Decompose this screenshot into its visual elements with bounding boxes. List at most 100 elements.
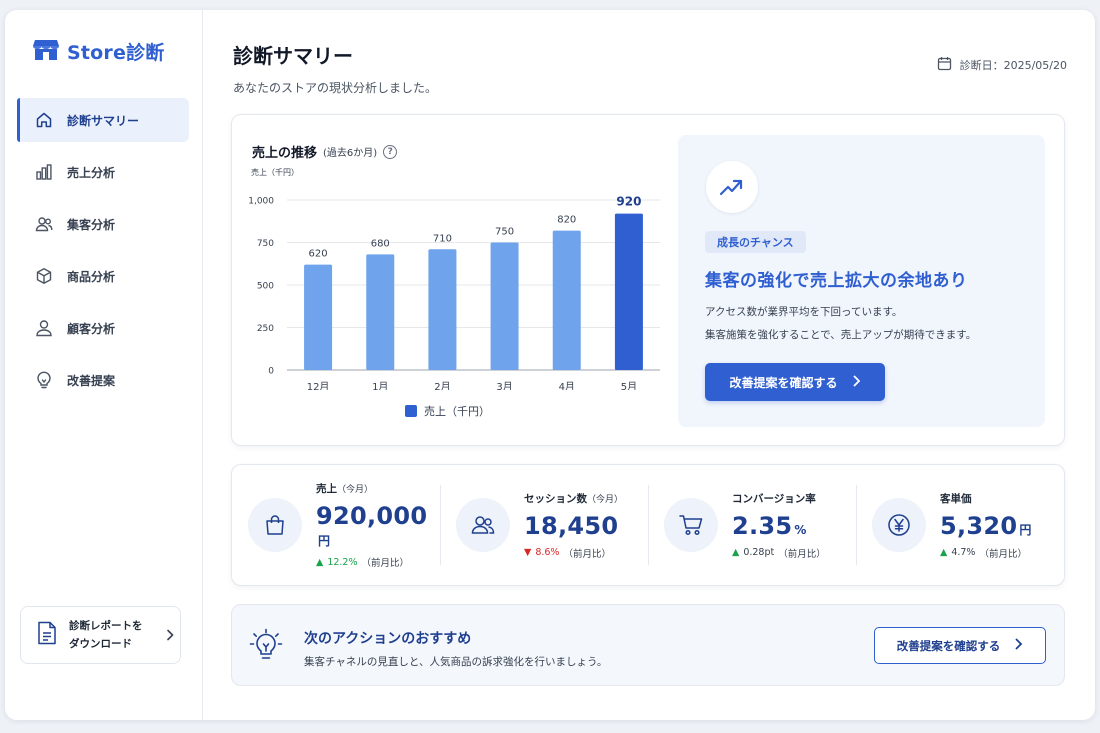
kpi-unit: 円 [1019,522,1032,537]
chevron-right-icon [165,626,175,645]
calendar-icon [937,56,952,74]
bar-data-label: 920 [616,195,641,209]
kpi-value: 18,450 [524,511,619,540]
download-report-button[interactable]: 診断レポートを ダウンロード [20,606,181,664]
trend-up-icon [706,161,758,213]
kpi-label-text: セッション数 [524,492,587,505]
user-icon [35,319,53,337]
users-icon [35,215,53,233]
action-title: 次のアクションのおすすめ [304,631,472,647]
insight-text-2: 集客施策を強化することで、売上アップが期待できます。 [705,329,977,341]
bar-data-label: 750 [495,227,514,238]
chart-title-text: 売上の推移 [252,146,318,161]
growth-badge: 成長のチャンス [705,231,806,253]
sales-trend-card: 売上の推移 (過去6か月) ? 売上（千円） 1,000 750 500 250 0 620… [231,114,1065,446]
kpi-body: 売上（今月） 920,000 円 ▲ 12.2% （前月比） [316,481,440,569]
insight-text-1: アクセス数が業界平均を下回っています。 [705,306,903,318]
kpi-sales: 売上（今月） 920,000 円 ▲ 12.2% （前月比） [232,465,440,585]
insight-headline: 集客の強化で売上拡大の余地あり [705,271,968,291]
kpi-body: セッション数（今月） 18,450 ▼ 8.6% （前月比） [524,491,623,560]
kpi-label: 客単価 [940,491,1031,506]
arrow-up-icon: ▲ [316,556,324,568]
bar-data-label: 710 [433,233,452,244]
chart-title: 売上の推移 (過去6か月) ? [252,142,398,161]
view-improvements-secondary-button[interactable]: 改善提案を確認する [874,627,1046,664]
main-content: 診断サマリー あなたのストアの現状分析しました。 診断日：2025/05/20 … [203,10,1095,720]
chevron-right-icon [1014,638,1023,653]
chart-bar [428,249,457,370]
page-title: 診断サマリー [233,44,353,68]
bar-chart-icon [35,163,53,181]
kpi-delta-value: 4.7% [951,547,976,558]
yen-icon [872,498,926,552]
y-tick-label: 250 [257,324,274,334]
sidebar-item-label: 売上分析 [67,165,116,180]
kpi-value-row: 920,000 円 [316,502,440,549]
chart-bar [304,264,333,370]
home-icon [35,111,53,129]
kpi-label-text: コンバージョン率 [732,492,816,505]
chart-legend: 売上（千円） [405,403,490,419]
bar-data-label: 680 [371,238,390,249]
kpi-delta: ▲ 0.28pt （前月比） [732,546,826,560]
download-label: 診断レポートを ダウンロード [69,617,153,653]
x-tick-label: 4月 [559,381,575,390]
y-tick-label: 1,000 [248,197,274,207]
y-tick-label: 500 [257,282,274,292]
kpi-avg-order: 客単価 5,320 円 ▲ 4.7% （前月比） [856,465,1064,585]
bar-data-label: 820 [557,215,576,226]
kpi-unit: % [794,522,807,537]
sidebar-item-label: 改善提案 [67,373,116,388]
view-improvements-button[interactable]: 改善提案を確認する [705,363,885,401]
cart-icon [664,498,718,552]
arrow-up-icon: ▲ [732,547,740,558]
chart-title-note: (過去6か月) [323,148,378,159]
sidebar-item-customers[interactable]: 顧客分析 [17,306,189,350]
box-icon [35,267,53,285]
lightbulb-icon [248,627,284,667]
document-icon [37,621,57,649]
users-icon [456,498,510,552]
sidebar-item-improvement[interactable]: 改善提案 [17,358,189,402]
sidebar-nav: 診断サマリー 売上分析 集客分析 商品分析 顧客分析 改善提案 [17,98,189,410]
kpi-label-text: 売上 [316,483,337,495]
kpi-body: コンバージョン率 2.35% ▲ 0.28pt （前月比） [732,491,826,560]
kpi-value: 5,320 [940,511,1018,540]
kpi-value-row: 2.35% [732,512,826,540]
y-axis-label: 売上（千円） [251,167,299,177]
insight-panel: 成長のチャンス 集客の強化で売上拡大の余地あり アクセス数が業界平均を下回ってい… [678,135,1045,427]
action-subtitle: 集客チャネルの見直しと、人気商品の訴求強化を行いましょう。 [304,656,608,668]
kpi-label-text: 客単価 [940,492,972,505]
kpi-delta: ▲ 4.7% （前月比） [940,546,1031,560]
app-window: Store診断 診断サマリー 売上分析 集客分析 商品分析 顧客分析 改善提案 … [5,10,1095,720]
sidebar-item-traffic[interactable]: 集客分析 [17,202,189,246]
download-label-line1: 診断レポートを [69,620,143,632]
y-tick-label: 750 [257,239,274,249]
cta-label: 改善提案を確認する [729,375,838,390]
chart-bar [614,213,643,370]
chart-bar [552,230,581,370]
kpi-label: 売上（今月） [316,481,440,496]
x-tick-label: 1月 [372,381,388,390]
kpi-delta-value: 12.2% [327,556,358,568]
chart-bar [490,242,519,370]
kpi-delta-note: （前月比） [778,548,826,560]
kpi-sessions: セッション数（今月） 18,450 ▼ 8.6% （前月比） [440,465,648,585]
kpi-delta: ▼ 8.6% （前月比） [524,546,623,560]
next-action-card: 次のアクションのおすすめ 集客チャネルの見直しと、人気商品の訴求強化を行いましょ… [231,604,1065,686]
sidebar-item-summary[interactable]: 診断サマリー [17,98,189,142]
sidebar-item-products[interactable]: 商品分析 [17,254,189,298]
brand-name: Store診断 [67,41,165,64]
help-icon[interactable]: ? [383,144,398,159]
kpi-value: 920,000 [316,502,428,530]
diagnosis-date-text: 診断日：2025/05/20 [959,59,1067,72]
kpi-body: 客単価 5,320 円 ▲ 4.7% （前月比） [940,491,1031,560]
brand[interactable]: Store診断 [33,38,164,64]
x-tick-label: 3月 [496,381,512,390]
legend-label: 売上（千円） [424,405,490,418]
sidebar-item-label: 顧客分析 [67,321,116,336]
kpi-delta-note: （前月比） [361,558,410,569]
kpi-card: 売上（今月） 920,000円 ▲ 12.2% （前月比） セッション数（今月） 1… [231,464,1065,586]
chevron-right-icon [852,375,861,390]
sidebar-item-sales[interactable]: 売上分析 [17,150,189,194]
